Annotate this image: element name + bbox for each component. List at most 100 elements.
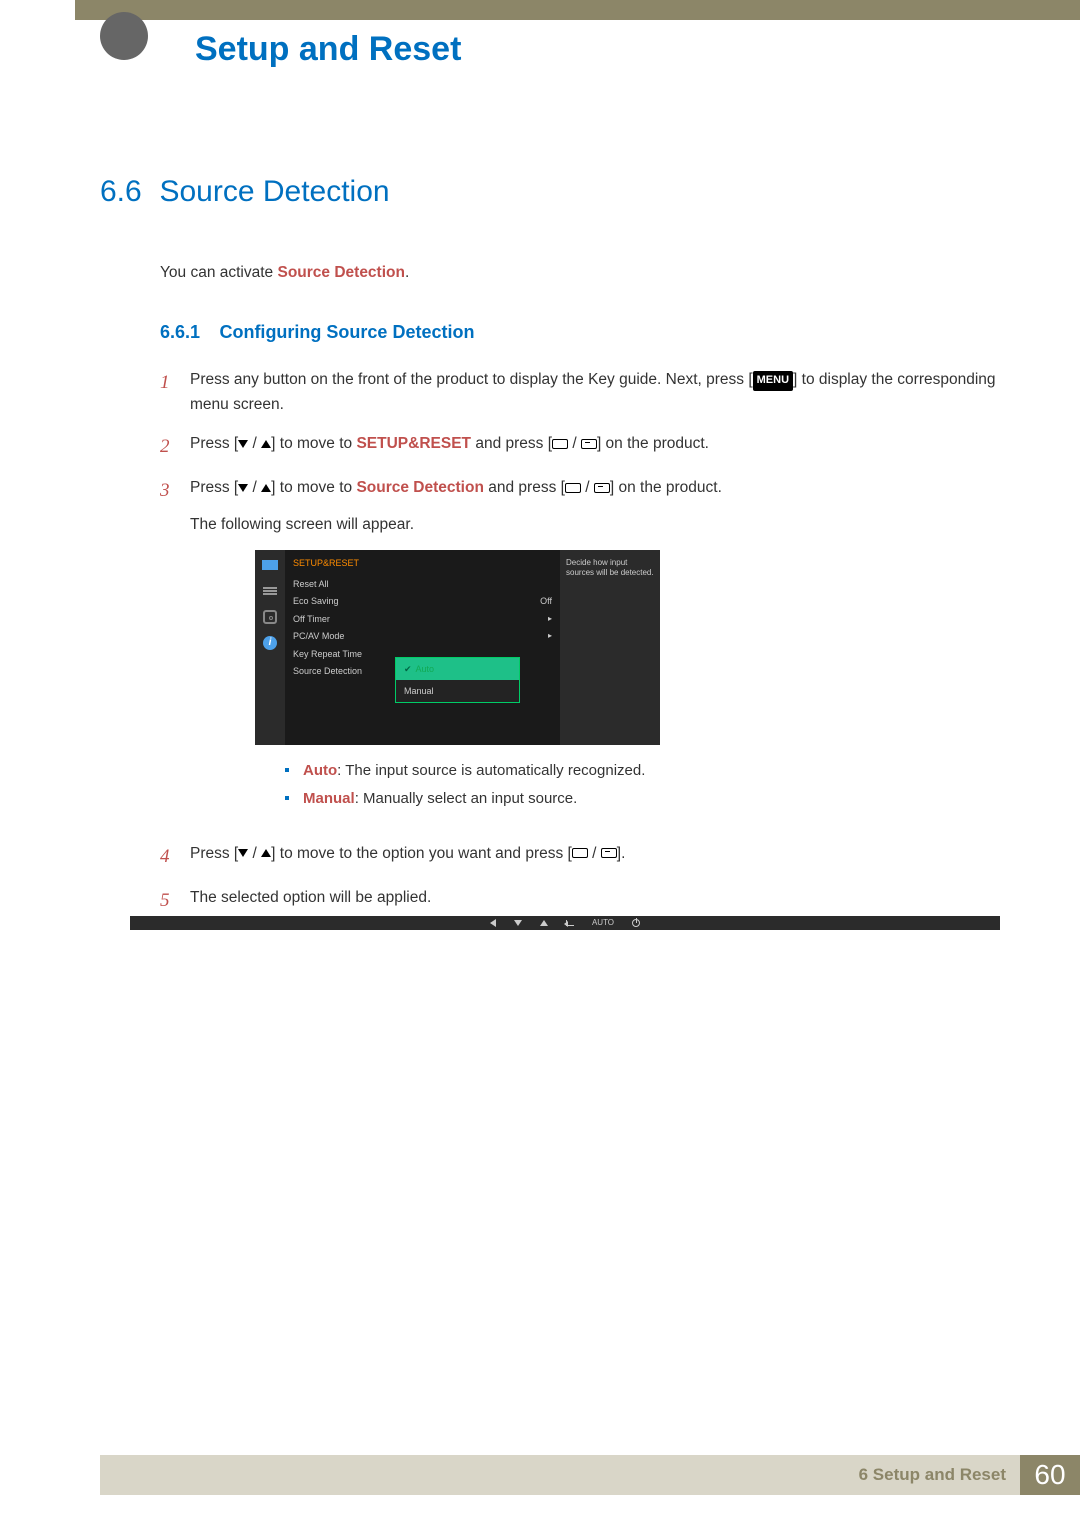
step-number: 5 xyxy=(160,886,190,916)
bullet-label: Manual xyxy=(303,790,355,807)
chapter-title: Setup and Reset xyxy=(195,30,461,69)
down-icon xyxy=(238,440,248,448)
osd-screenshot: i SETUP&RESET Reset All Eco Saving Off Of… xyxy=(255,550,660,745)
t: ] to move to xyxy=(271,435,356,452)
menu-list-icon xyxy=(261,584,279,598)
t: and press [ xyxy=(484,479,565,496)
up-icon xyxy=(540,920,548,926)
top-bar xyxy=(100,0,1080,20)
t: Press [ xyxy=(190,845,238,862)
bullet-auto: Auto: The input source is automatically … xyxy=(285,757,1000,786)
bullet-text: : Manually select an input source. xyxy=(355,790,578,807)
l: Reset All xyxy=(293,578,329,592)
chapter-badge-icon xyxy=(100,12,148,60)
intro-highlight: Source Detection xyxy=(277,264,404,281)
intro-text: You can activate Source Detection. xyxy=(160,264,1000,282)
t: Press [ xyxy=(190,435,238,452)
up-icon xyxy=(261,849,271,857)
step-2: 2 Press [ / ] to move to SETUP&RESET and… xyxy=(160,432,1000,462)
enter-icon xyxy=(566,920,574,926)
source-icon xyxy=(565,483,581,493)
section-number: 6.6 xyxy=(100,175,155,209)
osd-hint-panel: Decide how input sources will be detecte… xyxy=(560,550,660,745)
t: ]. xyxy=(617,845,626,862)
dropdown-option-selected: Auto xyxy=(396,658,519,680)
step-text: Press [ / ] to move to SETUP&RESET and p… xyxy=(190,432,1000,462)
steps-list: 1 Press any button on the front of the p… xyxy=(160,368,1000,916)
step-4: 4 Press [ / ] to move to the option you … xyxy=(160,842,1000,872)
section-title: Source Detection xyxy=(159,175,389,209)
r: ▸ xyxy=(548,613,552,627)
power-icon xyxy=(632,919,640,927)
info-icon: i xyxy=(261,636,279,650)
bullet-manual: Manual: Manually select an input source. xyxy=(285,785,1000,814)
step-1: 1 Press any button on the front of the p… xyxy=(160,368,1000,418)
step-number: 4 xyxy=(160,842,190,872)
dropdown-option: Manual xyxy=(396,680,519,702)
osd-item: Off Timer ▸ xyxy=(285,611,560,629)
r: ▸ xyxy=(548,630,552,644)
subsection-number: 6.6.1 xyxy=(160,322,215,343)
step-text: The selected option will be applied. xyxy=(190,886,1000,916)
osd-main: SETUP&RESET Reset All Eco Saving Off Off … xyxy=(285,550,560,745)
osd-header: SETUP&RESET xyxy=(285,554,560,576)
source-icon xyxy=(552,439,568,449)
highlight: Source Detection xyxy=(356,479,483,496)
step-number: 2 xyxy=(160,432,190,462)
content-area: 6.6 Source Detection You can activate So… xyxy=(100,175,1000,930)
page-number: 60 xyxy=(1020,1455,1080,1495)
intro-prefix: You can activate xyxy=(160,264,277,281)
up-icon xyxy=(261,484,271,492)
step-5: 5 The selected option will be applied. xyxy=(160,886,1000,916)
settings-icon xyxy=(261,610,279,624)
up-icon xyxy=(261,440,271,448)
enter-icon xyxy=(601,848,617,858)
top-accent xyxy=(75,0,100,20)
bullet-text: : The input source is automatically reco… xyxy=(337,762,645,779)
step-text: Press any button on the front of the pro… xyxy=(190,368,1000,418)
t: ] to move to xyxy=(271,479,356,496)
osd-item: Reset All xyxy=(285,576,560,594)
step-text: Press [ / ] to move to Source Detection … xyxy=(190,476,1000,828)
down-icon xyxy=(238,484,248,492)
auto-label: AUTO xyxy=(592,917,614,930)
osd-dropdown: Auto Manual xyxy=(395,657,520,704)
left-icon xyxy=(490,919,496,927)
subsection-heading: 6.6.1 Configuring Source Detection xyxy=(160,322,1000,343)
down-icon xyxy=(238,849,248,857)
highlight: SETUP&RESET xyxy=(356,435,471,452)
down-icon xyxy=(514,920,522,926)
r: Off xyxy=(540,595,552,609)
l: Key Repeat Time xyxy=(293,648,362,662)
menu-button-icon: MENU xyxy=(753,371,793,391)
osd-sidebar: i xyxy=(255,550,285,745)
enter-icon xyxy=(594,483,610,493)
step-1a: Press any button on the front of the pro… xyxy=(190,371,753,388)
page: Setup and Reset 6.6 Source Detection You… xyxy=(0,0,1080,1527)
monitor-icon xyxy=(261,558,279,572)
l: Eco Saving xyxy=(293,595,339,609)
footer: 6 Setup and Reset 60 xyxy=(100,1455,1080,1495)
source-icon xyxy=(572,848,588,858)
t: ] on the product. xyxy=(597,435,709,452)
option-bullets: Auto: The input source is automatically … xyxy=(285,757,1000,814)
section-heading: 6.6 Source Detection xyxy=(100,175,1000,209)
bullet-label: Auto xyxy=(303,762,337,779)
osd-item: PC/AV Mode ▸ xyxy=(285,628,560,646)
footer-text: 6 Setup and Reset xyxy=(859,1465,1006,1485)
l: Source Detection xyxy=(293,665,362,679)
step-text: Press [ / ] to move to the option you wa… xyxy=(190,842,1000,872)
t: Press [ xyxy=(190,479,238,496)
enter-icon xyxy=(581,439,597,449)
t: and press [ xyxy=(471,435,552,452)
step-number: 1 xyxy=(160,368,190,418)
step-3-note: The following screen will appear. xyxy=(190,513,1000,538)
osd-nav-bar: AUTO xyxy=(130,916,1000,930)
step-3: 3 Press [ / ] to move to Source Detectio… xyxy=(160,476,1000,828)
subsection-title: Configuring Source Detection xyxy=(219,322,474,343)
t: ] on the product. xyxy=(610,479,722,496)
l: PC/AV Mode xyxy=(293,630,344,644)
step-number: 3 xyxy=(160,476,190,828)
intro-suffix: . xyxy=(405,264,409,281)
l: Off Timer xyxy=(293,613,330,627)
